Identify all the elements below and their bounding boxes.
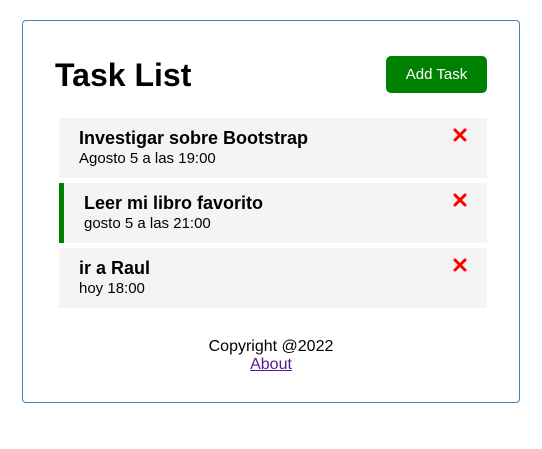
task-tracker-container: Task List Add Task Investigar sobre Boot… bbox=[22, 20, 520, 403]
task-day: hoy 18:00 bbox=[79, 280, 145, 297]
task-text: Leer mi libro favorito bbox=[84, 193, 264, 213]
copyright-text: Copyright @2022 bbox=[208, 338, 334, 355]
close-x-icon[interactable] bbox=[453, 193, 467, 207]
close-x-icon[interactable] bbox=[453, 258, 467, 272]
footer: Copyright @2022 About bbox=[23, 338, 519, 374]
header: Task List Add Task bbox=[55, 56, 487, 94]
task-text: ir a Raul bbox=[79, 258, 151, 278]
add-task-button[interactable]: Add Task bbox=[386, 56, 487, 93]
about-link[interactable]: About bbox=[250, 356, 292, 373]
page-title: Task List bbox=[55, 57, 192, 93]
close-x-icon[interactable] bbox=[453, 128, 467, 142]
task-list: Investigar sobre Bootstrap Agosto 5 a la… bbox=[59, 118, 487, 313]
task-day: Agosto 5 a las 19:00 bbox=[79, 150, 216, 167]
task-item[interactable]: ir a Raul hoy 18:00 bbox=[59, 248, 487, 308]
task-day: gosto 5 a las 21:00 bbox=[84, 215, 211, 232]
task-item-reminder[interactable]: Leer mi libro favorito gosto 5 a las 21:… bbox=[59, 183, 487, 243]
task-text: Investigar sobre Bootstrap bbox=[79, 128, 309, 148]
task-item[interactable]: Investigar sobre Bootstrap Agosto 5 a la… bbox=[59, 118, 487, 178]
